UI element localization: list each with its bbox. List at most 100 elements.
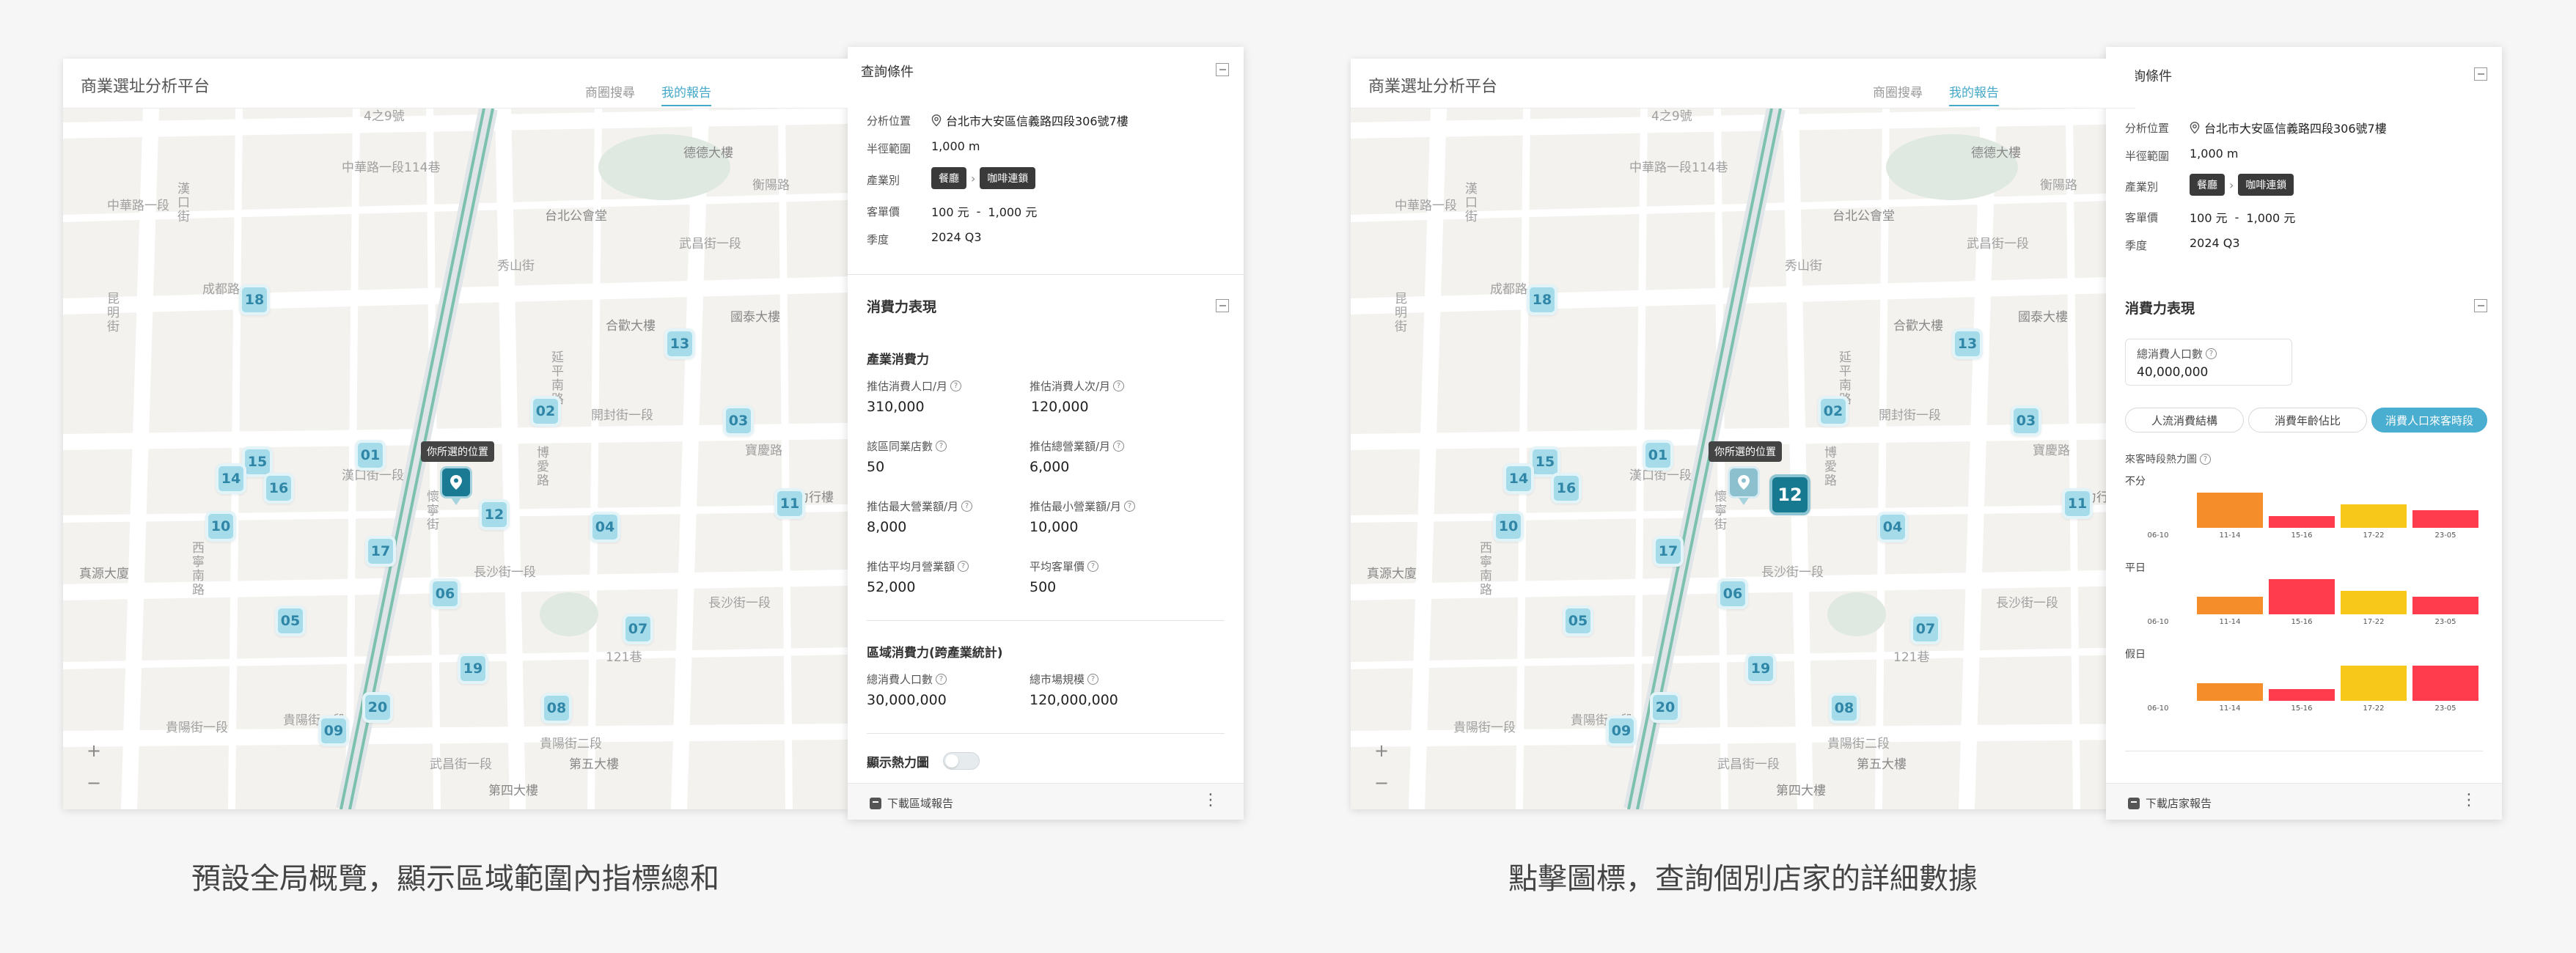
tab-area-search[interactable]: 商圈搜尋 (1873, 82, 1923, 100)
selected-store-marker[interactable]: 12 (1769, 474, 1810, 515)
store-marker[interactable]: 10 (1493, 511, 1524, 542)
heatmap-bar[interactable] (2412, 597, 2478, 614)
collapse-icon[interactable] (1216, 299, 1229, 312)
map-canvas[interactable]: 4之9號 中華路一段114巷 中華路一段 台北公會堂 德德大樓 衡陽路 秀山街 … (1351, 108, 2135, 809)
heatmap-bar[interactable] (2412, 666, 2478, 701)
info-icon[interactable]: ? (1113, 380, 1125, 391)
store-marker[interactable]: 08 (1829, 693, 1860, 724)
collapse-icon[interactable] (1216, 63, 1229, 76)
heatmap-toggle[interactable] (943, 752, 980, 770)
store-marker[interactable]: 16 (1551, 473, 1582, 504)
query-location-value: 台北市大安區信義路四段306號7樓 (931, 111, 1129, 129)
divider (848, 274, 1244, 275)
store-marker[interactable]: 13 (1952, 328, 1983, 359)
heatmap-bar[interactable] (2197, 683, 2263, 701)
store-marker[interactable]: 02 (530, 396, 561, 427)
info-icon[interactable]: ? (2200, 453, 2211, 465)
store-marker[interactable]: 09 (318, 715, 349, 746)
heatmap-bar[interactable] (2269, 689, 2335, 701)
metric-value: 52,000 (867, 579, 916, 595)
info-icon[interactable]: ? (1113, 441, 1125, 452)
store-marker[interactable]: 19 (1745, 653, 1776, 684)
store-marker[interactable]: 08 (541, 693, 572, 724)
query-label: 分析位置 (867, 114, 911, 128)
store-marker[interactable]: 07 (1910, 614, 1941, 644)
heatmap-bar[interactable] (2197, 597, 2263, 614)
info-icon[interactable]: ? (1087, 674, 1099, 685)
download-area-report-button[interactable]: 下載區域報告 (870, 795, 953, 811)
store-marker[interactable]: 17 (1653, 536, 1684, 567)
info-icon[interactable]: ? (2206, 348, 2217, 359)
collapse-icon[interactable] (2474, 299, 2487, 312)
store-marker[interactable]: 20 (1650, 692, 1681, 723)
query-label: 客單價 (867, 205, 900, 218)
chip-age-ratio[interactable]: 消費年齡佔比 (2248, 408, 2367, 433)
collapse-icon[interactable] (2474, 67, 2487, 81)
store-marker[interactable]: 02 (1818, 396, 1849, 427)
heatmap-bar[interactable] (2341, 591, 2407, 614)
zoom-out-button[interactable]: − (85, 773, 103, 793)
store-marker[interactable]: 13 (664, 328, 695, 359)
store-marker[interactable]: 04 (590, 512, 620, 542)
store-marker[interactable]: 18 (239, 284, 270, 315)
map-canvas[interactable]: 4之9號 中華路一段114巷 中華路一段 台北公會堂 德德大樓 衡陽路 秀山街 … (63, 108, 848, 809)
store-marker[interactable]: 11 (2062, 488, 2093, 519)
info-icon[interactable]: ? (958, 561, 969, 572)
info-icon[interactable]: ? (961, 501, 973, 512)
heatmap-bar[interactable] (2197, 493, 2263, 528)
street-label: 第四大樓 (488, 784, 538, 798)
street-label: 真源大廈 (79, 567, 129, 581)
heatmap-bar[interactable] (2269, 516, 2335, 528)
more-options-icon[interactable]: ⋮ (1203, 791, 1219, 809)
tab-my-report[interactable]: 我的報告 (661, 82, 711, 106)
heatmap-bar[interactable] (2269, 579, 2335, 614)
info-icon[interactable]: ? (936, 441, 947, 452)
app-title: 商業選址分析平台 (81, 78, 210, 96)
store-marker[interactable]: 20 (362, 692, 393, 723)
heatmap-tick-label: 06-10 (2147, 618, 2169, 626)
chip-time-slot[interactable]: 消費人口來客時段 (2371, 408, 2487, 433)
store-marker[interactable]: 10 (205, 511, 236, 542)
store-marker[interactable]: 07 (623, 614, 653, 644)
store-marker[interactable]: 09 (1606, 715, 1637, 746)
store-marker[interactable]: 03 (2011, 405, 2041, 436)
store-marker[interactable]: 06 (1717, 578, 1748, 609)
store-marker[interactable]: 03 (723, 405, 754, 436)
street-label: 寶慶路 (2033, 444, 2070, 458)
store-marker[interactable]: 19 (458, 653, 488, 684)
street-label: 成都路 (202, 282, 240, 297)
pin-pointer (1739, 498, 1749, 505)
info-icon[interactable]: ? (1087, 561, 1099, 572)
store-marker[interactable]: 14 (1503, 463, 1534, 494)
heatmap-bar[interactable] (2412, 510, 2478, 528)
store-marker[interactable]: 06 (430, 578, 460, 609)
chip-flow-structure[interactable]: 人流消費結構 (2125, 408, 2244, 433)
store-marker[interactable]: 17 (365, 536, 396, 567)
zoom-out-button[interactable]: − (1373, 773, 1390, 793)
store-marker[interactable]: 12 (479, 499, 510, 530)
zoom-in-button[interactable]: + (1373, 740, 1390, 761)
store-marker[interactable]: 05 (275, 606, 306, 636)
tab-area-search[interactable]: 商圈搜尋 (585, 82, 635, 100)
store-marker[interactable]: 01 (355, 440, 386, 471)
query-section-title: 查詢條件 (861, 65, 914, 80)
street-label: 武昌街一段 (679, 237, 741, 251)
selected-location-pin[interactable] (1728, 466, 1760, 505)
selected-location-pin[interactable] (440, 466, 472, 505)
heatmap-bar[interactable] (2341, 504, 2407, 528)
store-marker[interactable]: 14 (216, 463, 246, 494)
info-icon[interactable]: ? (1124, 501, 1136, 512)
store-marker[interactable]: 04 (1877, 512, 1908, 542)
store-marker[interactable]: 05 (1563, 606, 1593, 636)
tab-my-report[interactable]: 我的報告 (1949, 82, 1999, 106)
store-marker[interactable]: 01 (1643, 440, 1673, 471)
store-marker[interactable]: 16 (263, 473, 294, 504)
info-icon[interactable]: ? (936, 674, 947, 685)
info-icon[interactable]: ? (950, 380, 962, 391)
more-options-icon[interactable]: ⋮ (2461, 791, 2477, 809)
download-store-report-button[interactable]: 下載店家報告 (2128, 795, 2212, 811)
store-marker[interactable]: 18 (1527, 284, 1557, 315)
zoom-in-button[interactable]: + (85, 740, 103, 761)
store-marker[interactable]: 11 (774, 488, 805, 519)
heatmap-bar[interactable] (2341, 666, 2407, 701)
